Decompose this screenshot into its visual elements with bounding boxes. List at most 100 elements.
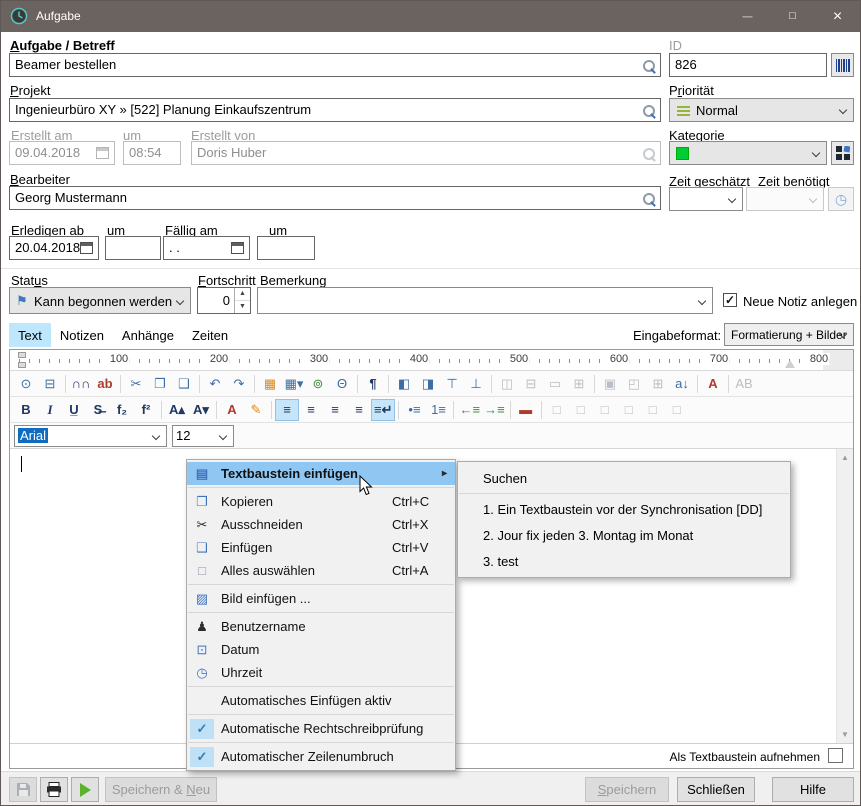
calendar-icon[interactable] [80, 242, 93, 254]
wrap-text-icon[interactable]: ≡↵ [371, 399, 395, 421]
replace-icon[interactable]: ab [93, 373, 117, 395]
menu-item-rechtschreibpruefung[interactable]: ✓ Automatische Rechtschreibprüfung [187, 717, 455, 740]
close-button[interactable]: × [815, 1, 860, 32]
menu-item-uhrzeit[interactable]: ◷ Uhrzeit [187, 661, 455, 684]
scroll-up-icon[interactable]: ▲ [837, 449, 853, 466]
projekt-input[interactable]: Ingenieurbüro XY » [522] Planung Einkauf… [9, 98, 661, 122]
align-right-icon[interactable]: ≡ [323, 399, 347, 421]
menu-item-kopieren[interactable]: ❐ Kopieren Ctrl+C [187, 490, 455, 513]
outdent-icon[interactable]: ←≡ [457, 399, 482, 421]
insert-time-icon[interactable]: Θ [330, 373, 354, 395]
right-indent-marker[interactable] [785, 360, 795, 368]
bold-icon[interactable]: B [14, 399, 38, 421]
calendar-icon[interactable] [231, 242, 244, 254]
menu-item-benutzername[interactable]: ♟ Benutzername [187, 615, 455, 638]
delete-row-icon[interactable]: ⊟ [519, 373, 543, 395]
menu-item-einfuegen[interactable]: ❑ Einfügen Ctrl+V [187, 536, 455, 559]
table-borders-icon[interactable]: ⊞ [646, 373, 670, 395]
faellig-am-input[interactable]: . . [163, 236, 250, 260]
schliessen-button[interactable]: Schließen [677, 777, 755, 802]
bemerkung-select[interactable] [257, 287, 713, 314]
tab-text[interactable]: Text [9, 323, 51, 347]
delete-column-icon[interactable]: ◫ [495, 373, 519, 395]
find-icon[interactable]: ∩∩ [69, 373, 93, 395]
cut-icon[interactable]: ✂ [124, 373, 148, 395]
menu-item-ausschneiden[interactable]: ✂ Ausschneiden Ctrl+X [187, 513, 455, 536]
insert-link-icon[interactable]: ⊚ [306, 373, 330, 395]
underline-icon[interactable]: U̲ [62, 399, 86, 421]
status-select[interactable]: ⚑Kann begonnen werden [9, 287, 191, 314]
align-center-icon[interactable]: ≡ [299, 399, 323, 421]
betreff-input[interactable]: Beamer bestellen [9, 53, 661, 77]
search-icon[interactable] [642, 192, 656, 206]
italic-icon[interactable]: I [38, 399, 62, 421]
copy-icon[interactable]: ❐ [148, 373, 172, 395]
menu-item-datum[interactable]: ⊡ Datum [187, 638, 455, 661]
stepper-down-icon[interactable]: ▼ [235, 301, 250, 313]
stepper-up-icon[interactable]: ▲ [235, 288, 250, 301]
align-left-icon[interactable]: ≡ [275, 399, 299, 421]
submenu-item-textbaustein-3[interactable]: 3. test [458, 548, 790, 574]
redo-icon[interactable]: ↷ [227, 373, 251, 395]
highlight-icon[interactable]: ✎ [244, 399, 268, 421]
menu-item-zeilenumbruch[interactable]: ✓ Automatischer Zeilenumbruch [187, 745, 455, 768]
kategorie-grid-button[interactable] [831, 141, 854, 165]
search-icon[interactable] [642, 59, 656, 73]
delete-cell-icon[interactable]: ▭ [543, 373, 567, 395]
paste-icon[interactable]: ❑ [172, 373, 196, 395]
run-tool-button[interactable] [71, 777, 99, 802]
vertical-scrollbar[interactable]: ▲ ▼ [836, 449, 853, 743]
border-none-icon[interactable]: □ [665, 399, 689, 421]
eingabeformat-select[interactable]: Formatierung + Bilder [724, 323, 854, 346]
menu-item-bild-einfuegen[interactable]: ▨ Bild einfügen ... [187, 587, 455, 610]
id-input[interactable]: 826 [669, 53, 827, 77]
zeit-geschaetzt-select[interactable] [669, 187, 743, 211]
als-textbaustein-checkbox[interactable] [828, 748, 843, 763]
bullet-list-icon[interactable]: •≡ [402, 399, 426, 421]
tab-anhaenge[interactable]: Anhänge [113, 323, 183, 347]
font-color-icon[interactable]: A [220, 399, 244, 421]
minimize-button[interactable]: ─ [725, 1, 770, 32]
numbered-list-icon[interactable]: 1≡ [426, 399, 450, 421]
erledigen-um-input[interactable] [105, 236, 161, 260]
submenu-item-textbaustein-1[interactable]: 1. Ein Textbaustein vor der Synchronisat… [458, 496, 790, 522]
menu-item-alles-auswaehlen[interactable]: □ Alles auswählen Ctrl+A [187, 559, 455, 582]
font-size-select[interactable]: 12 [172, 425, 234, 447]
indent-icon[interactable]: →≡ [482, 399, 507, 421]
stepper-buttons[interactable]: ▲▼ [234, 288, 250, 313]
search-icon[interactable] [642, 104, 656, 118]
neue-notiz-checkbox[interactable]: ✓ [723, 293, 737, 307]
border-all-icon[interactable]: □ [545, 399, 569, 421]
tab-zeiten[interactable]: Zeiten [183, 323, 237, 347]
insert-table-icon[interactable]: ▦▾ [282, 373, 306, 395]
barcode-button[interactable] [831, 53, 854, 77]
print-preview-icon[interactable]: ⊙ [14, 373, 38, 395]
fortschritt-stepper[interactable]: 0 ▲▼ [197, 287, 251, 314]
insert-row-below-icon[interactable]: ⊥ [464, 373, 488, 395]
print-tool-button[interactable] [40, 777, 68, 802]
shrink-font-icon[interactable]: A▾ [189, 399, 213, 421]
clear-format-icon[interactable]: A [701, 373, 725, 395]
insert-column-right-icon[interactable]: ◨ [416, 373, 440, 395]
scroll-down-icon[interactable]: ▼ [837, 726, 853, 743]
superscript-icon[interactable]: f² [134, 399, 158, 421]
border-left-icon[interactable]: □ [617, 399, 641, 421]
merge-cells-icon[interactable]: ▣ [598, 373, 622, 395]
insert-image-icon[interactable]: ▦ [258, 373, 282, 395]
bearbeiter-input[interactable]: Georg Mustermann [9, 186, 661, 210]
prioritaet-select[interactable]: Normal [669, 98, 854, 122]
tab-notizen[interactable]: Notizen [51, 323, 113, 347]
grow-font-icon[interactable]: A▴ [165, 399, 189, 421]
horizontal-rule-icon[interactable]: ▬ [514, 399, 538, 421]
menu-item-textbaustein-einfuegen[interactable]: ▤ Textbaustein einfügen ▸ [187, 462, 455, 485]
kategorie-select[interactable] [669, 141, 827, 165]
border-outer-icon[interactable]: □ [569, 399, 593, 421]
delete-table-icon[interactable]: ⊞ [567, 373, 591, 395]
maximize-button[interactable]: □ [770, 1, 815, 32]
print-icon[interactable]: ⊟ [38, 373, 62, 395]
border-right-icon[interactable]: □ [641, 399, 665, 421]
strikethrough-icon[interactable]: S̶ [86, 399, 110, 421]
menu-item-automatisches-einfuegen[interactable]: Automatisches Einfügen aktiv [187, 689, 455, 712]
submenu-item-suchen[interactable]: Suchen [458, 465, 790, 491]
font-family-select[interactable]: Arial [14, 425, 167, 447]
